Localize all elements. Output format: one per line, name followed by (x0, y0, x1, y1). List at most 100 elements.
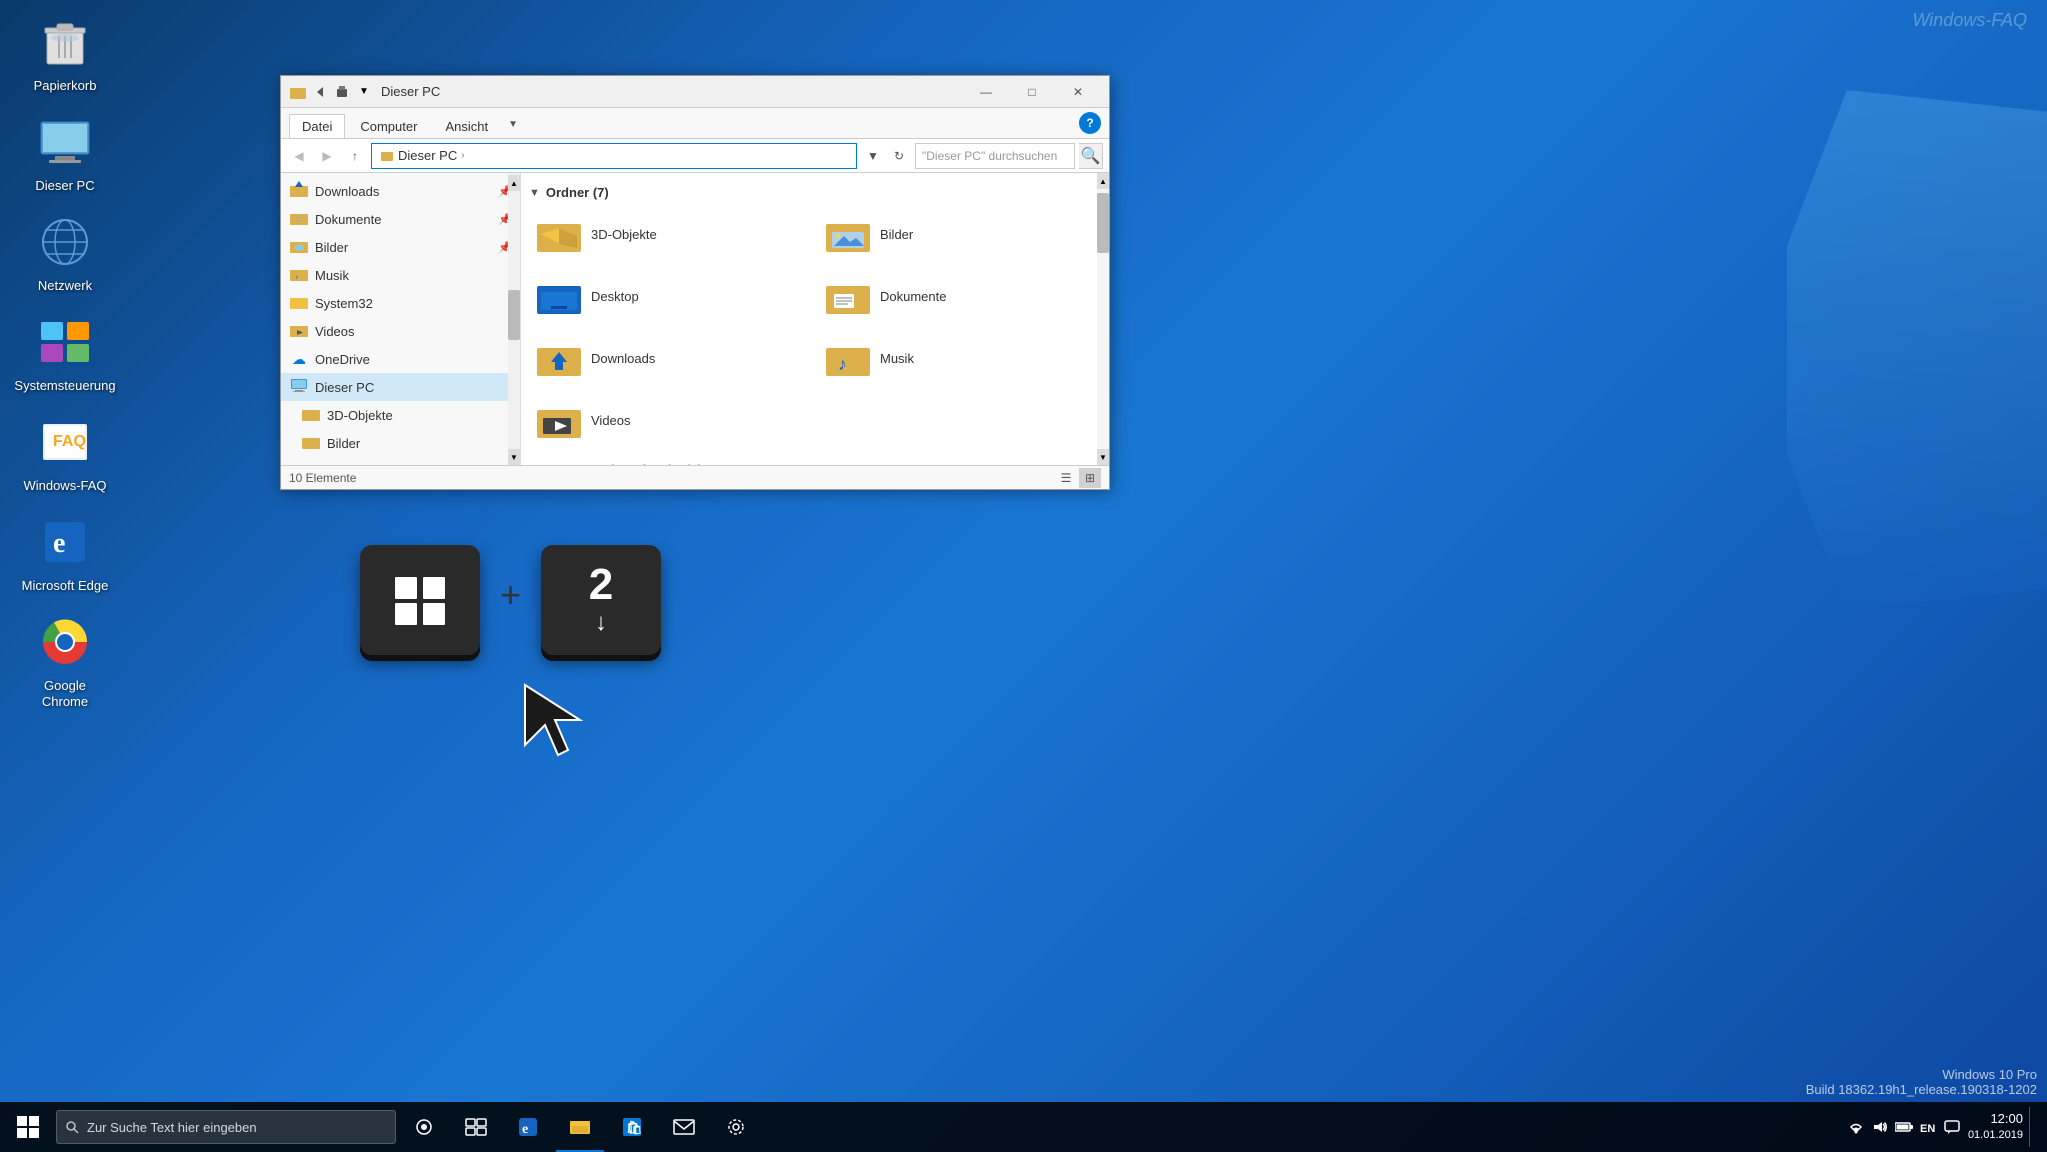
dieser-pc-label: Dieser PC (35, 178, 94, 194)
sidebar-item-bilder[interactable]: Bilder 📌 (281, 233, 520, 261)
tray-network-icon[interactable] (1846, 1117, 1866, 1137)
num2-key: 2 ↓ (541, 545, 661, 655)
sidebar-item-3d-objekte[interactable]: 3D-Objekte (281, 401, 520, 429)
sidebar-item-onedrive[interactable]: ☁ OneDrive (281, 345, 520, 373)
taskbar-search-placeholder: Zur Suche Text hier eingeben (87, 1120, 257, 1135)
onedrive-icon: ☁ (289, 351, 309, 368)
address-path-segment: Dieser PC (398, 148, 457, 163)
sidebar-item-system32[interactable]: System32 (281, 289, 520, 317)
sidebar-item-desktop[interactable]: Desktop (281, 457, 520, 465)
nav-forward-button[interactable]: ▶ (315, 144, 339, 168)
maximize-button[interactable]: □ (1009, 76, 1055, 108)
tab-computer[interactable]: Computer (347, 114, 430, 138)
tray-battery-icon[interactable] (1894, 1117, 1914, 1137)
folder-name-dokumente: Dokumente (880, 289, 946, 304)
google-chrome-icon-img (33, 610, 97, 674)
folder-name-downloads: Downloads (591, 351, 655, 366)
title-bar-icon-dropdown[interactable]: ▼ (355, 83, 373, 101)
folder-videos[interactable]: Videos (529, 392, 812, 448)
taskbar-explorer-button[interactable] (556, 1102, 604, 1152)
folder-dokumente[interactable]: Dokumente (818, 268, 1101, 324)
content-scroll-up-button[interactable]: ▲ (1097, 173, 1109, 189)
bilder-icon (289, 237, 309, 258)
view-controls: ☰ ⊞ (1055, 468, 1101, 488)
search-box[interactable]: "Dieser PC" durchsuchen (915, 143, 1075, 169)
ribbon-expand-icon[interactable]: ▼ (503, 114, 523, 134)
taskbar-store-button[interactable]: 🛍 (608, 1102, 656, 1152)
task-view-button[interactable] (400, 1102, 448, 1152)
start-button[interactable] (4, 1102, 52, 1152)
taskbar-settings-button[interactable] (712, 1102, 760, 1152)
title-bar-icon-back[interactable] (311, 83, 329, 101)
multi-desktop-button[interactable] (452, 1102, 500, 1152)
taskbar: Zur Suche Text hier eingeben e (0, 1102, 2047, 1152)
nav-up-button[interactable]: ↑ (343, 144, 367, 168)
sidebar-item-bilder2[interactable]: Bilder (281, 429, 520, 457)
taskbar-search[interactable]: Zur Suche Text hier eingeben (56, 1110, 396, 1144)
folder-downloads[interactable]: Downloads (529, 330, 812, 386)
taskbar-mail-button[interactable] (660, 1102, 708, 1152)
desktop-icon-dieser-pc[interactable]: Dieser PC (20, 110, 110, 194)
folder-musik[interactable]: ♪ Musik (818, 330, 1101, 386)
netzwerk-label: Netzwerk (38, 278, 92, 294)
papierkorb-icon (33, 10, 97, 74)
tab-ansicht[interactable]: Ansicht (432, 114, 501, 138)
main-content: Downloads 📌 Dokumente 📌 (281, 173, 1109, 465)
svg-text:♪: ♪ (838, 354, 847, 374)
svg-text:e: e (53, 528, 65, 559)
address-bar: ◀ ▶ ↑ Dieser PC › ▼ ↻ "Dieser PC" durchs… (281, 139, 1109, 173)
folder-bilder[interactable]: Bilder (818, 206, 1101, 262)
sidebar-item-downloads[interactable]: Downloads 📌 (281, 177, 520, 205)
address-path[interactable]: Dieser PC › (371, 143, 857, 169)
folder-desktop[interactable]: Desktop (529, 268, 812, 324)
sidebar-item-musik[interactable]: ♪ Musik (281, 261, 520, 289)
downloads-icon (289, 181, 309, 202)
search-button[interactable]: 🔍 (1079, 143, 1103, 169)
desktop-icon-ms-edge[interactable]: e Microsoft Edge (20, 510, 110, 594)
dieser-pc-icon-img (33, 110, 97, 174)
system32-icon (289, 293, 309, 314)
win10-version-text: Windows 10 Pro (1806, 1067, 2037, 1082)
folder-3d-objekte[interactable]: 3D-Objekte (529, 206, 812, 262)
taskbar-right-area: EN 12:00 01.01.2019 (1846, 1107, 2043, 1147)
sidebar-scroll-up-button[interactable]: ▲ (508, 175, 520, 191)
address-dropdown-button[interactable]: ▼ (861, 144, 885, 168)
section-header-geraete[interactable]: ▼ Geräte und Laufwerke (3) (529, 458, 1101, 465)
system-clock[interactable]: 12:00 01.01.2019 (1968, 1110, 2023, 1144)
keyboard-shortcut-overlay: + 2 ↓ (360, 545, 661, 655)
title-bar-controls: — □ ✕ (963, 76, 1101, 108)
sidebar-item-dokumente[interactable]: Dokumente 📌 (281, 205, 520, 233)
address-refresh-button[interactable]: ↻ (887, 144, 911, 168)
taskbar-edge-button[interactable]: e (504, 1102, 552, 1152)
systemsteuerung-label: Systemsteuerung (14, 378, 115, 394)
minimize-button[interactable]: — (963, 76, 1009, 108)
view-list-button[interactable]: ☰ (1055, 468, 1077, 488)
tray-message-icon[interactable] (1942, 1117, 1962, 1137)
view-grid-button[interactable]: ⊞ (1079, 468, 1101, 488)
sidebar-scroll-down-button[interactable]: ▼ (508, 449, 520, 465)
desktop-icon-papierkorb[interactable]: Papierkorb (20, 10, 110, 94)
help-button[interactable]: ? (1079, 112, 1101, 134)
desktop-icon-netzwerk[interactable]: Netzwerk (20, 210, 110, 294)
musik-icon: ♪ (289, 265, 309, 286)
desktop-icon-windows-faq[interactable]: FAQ Windows-FAQ (20, 410, 110, 494)
title-bar-icon-pin[interactable] (333, 83, 351, 101)
desktop-icon-google-chrome[interactable]: Google Chrome (20, 610, 110, 709)
sidebar-item-dieser-pc[interactable]: Dieser PC (281, 373, 520, 401)
svg-text:e: e (522, 1122, 528, 1137)
desktop-icon-systemsteuerung[interactable]: Systemsteuerung (20, 310, 110, 394)
tab-datei[interactable]: Datei (289, 114, 345, 138)
tray-volume-icon[interactable] (1870, 1117, 1890, 1137)
google-chrome-label: Google Chrome (20, 678, 110, 709)
content-scrollbar-thumb (1097, 193, 1109, 253)
sidebar: Downloads 📌 Dokumente 📌 (281, 173, 521, 465)
section-header-ordner[interactable]: ▼ Ordner (7) (529, 181, 1101, 206)
show-desktop-button[interactable] (2029, 1107, 2035, 1147)
win10-build-text: Build 18362.19h1_release.190318-1202 (1806, 1082, 2037, 1097)
clock-date: 01.01.2019 (1968, 1128, 2023, 1143)
tray-language-icon[interactable]: EN (1918, 1117, 1938, 1137)
nav-back-button[interactable]: ◀ (287, 144, 311, 168)
sidebar-item-videos[interactable]: Videos (281, 317, 520, 345)
close-button[interactable]: ✕ (1055, 76, 1101, 108)
content-scroll-down-button[interactable]: ▼ (1097, 449, 1109, 465)
